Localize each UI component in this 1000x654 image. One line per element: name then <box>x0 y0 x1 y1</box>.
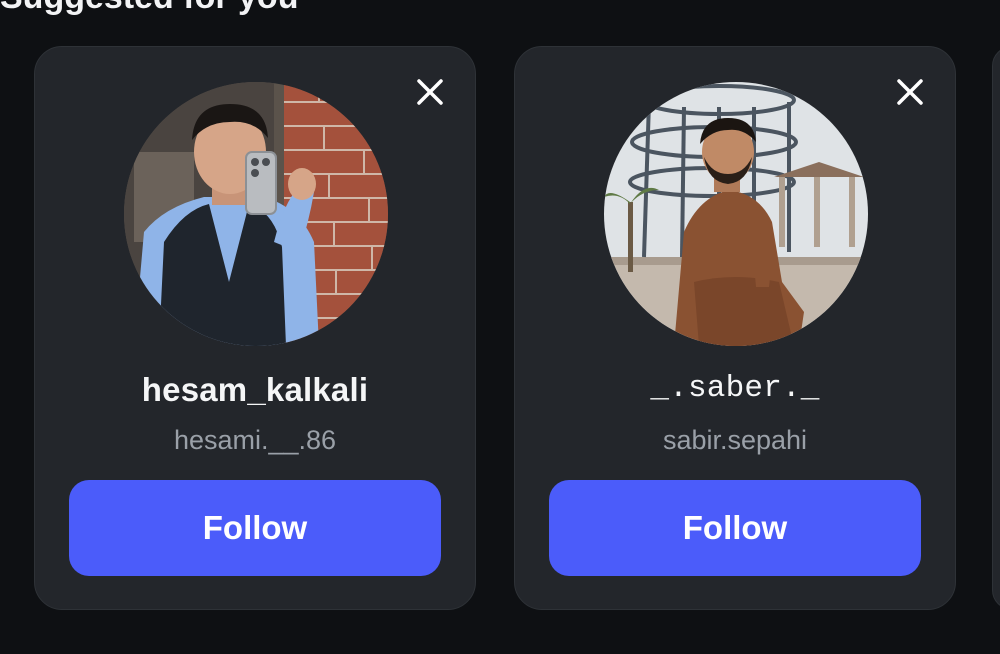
close-icon[interactable] <box>895 77 925 107</box>
full-name: hesami.__.86 <box>173 425 337 455</box>
username[interactable]: _.saber._ <box>515 371 955 406</box>
full-name: sabir.sepahi <box>662 425 808 455</box>
suggested-user-card[interactable]: _.saber._ sabir.sepahi Follow <box>514 46 956 610</box>
section-title: Suggested for you <box>0 0 298 17</box>
suggested-users-carousel: Suggested for you <box>0 0 1000 654</box>
username[interactable]: hesam_kalkali <box>35 371 475 409</box>
close-icon[interactable] <box>415 77 445 107</box>
follow-button[interactable]: Follow <box>549 480 921 576</box>
suggested-user-card-peek[interactable] <box>992 46 1000 610</box>
follow-button[interactable]: Follow <box>69 480 441 576</box>
avatar[interactable] <box>124 82 388 346</box>
suggested-user-card[interactable]: hesam_kalkali hesami.__.86 Follow <box>34 46 476 610</box>
avatar[interactable] <box>604 82 868 346</box>
